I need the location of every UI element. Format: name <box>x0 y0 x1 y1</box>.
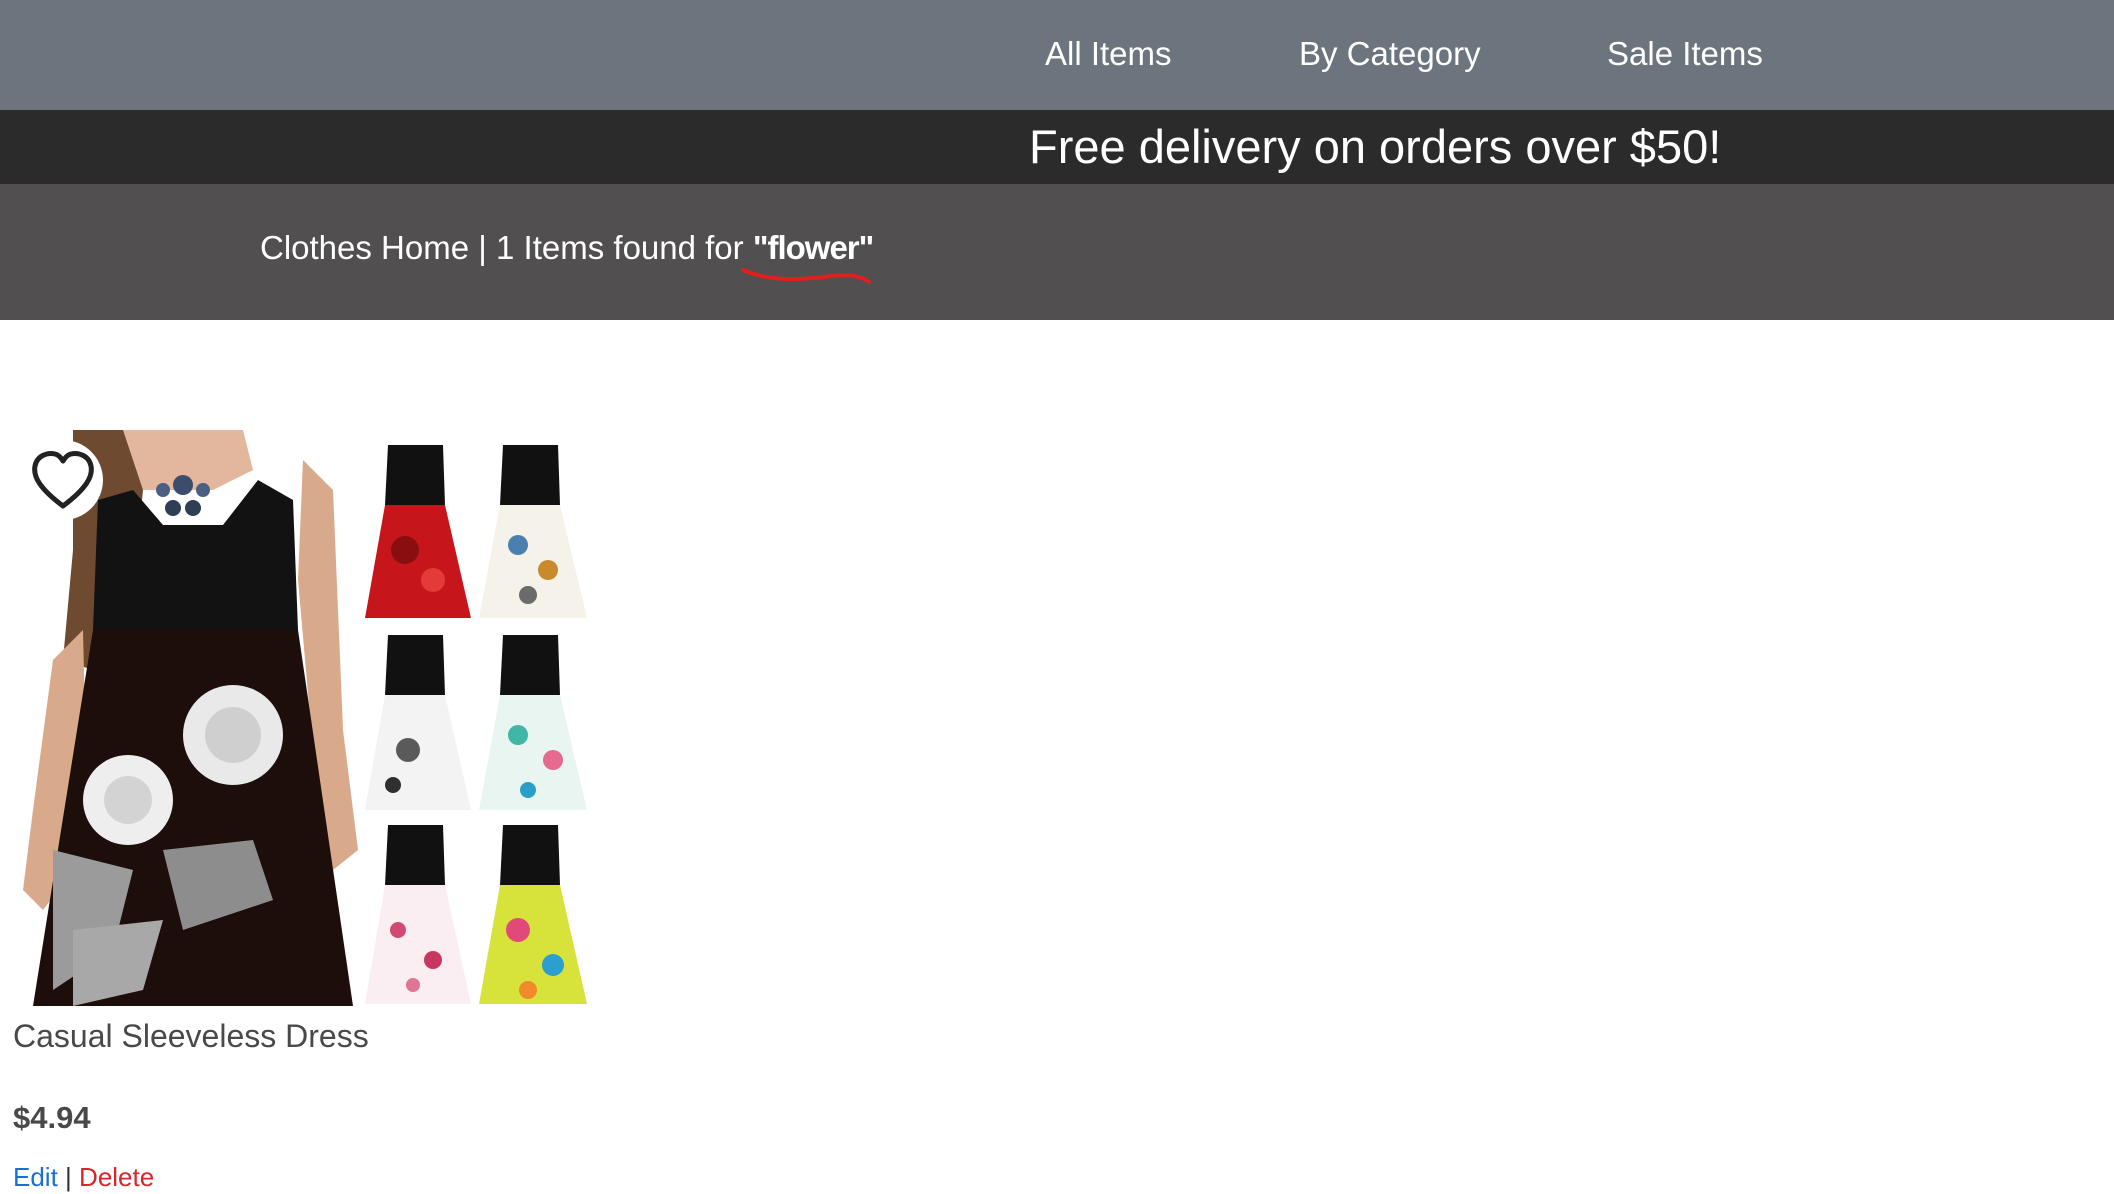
red-underline-annotation <box>740 268 871 284</box>
breadcrumb-separator: | <box>478 229 487 266</box>
results-count: 1 <box>496 229 515 266</box>
results-found-text: Items found for <box>523 229 744 266</box>
product-card: Casual Sleeveless Dress $4.94 Edit | Del… <box>13 430 591 1192</box>
breadcrumb-home-link[interactable]: Clothes Home <box>260 229 469 266</box>
product-name[interactable]: Casual Sleeveless Dress <box>13 1018 369 1055</box>
nav-sale-items[interactable]: Sale Items <box>1607 0 1763 110</box>
product-image[interactable] <box>13 430 589 1006</box>
edit-link[interactable]: Edit <box>13 1162 58 1192</box>
breadcrumb: Clothes Home | 1 Items found for "flower… <box>260 184 874 312</box>
promo-text: Free delivery on orders over $50! <box>1029 120 1722 173</box>
product-actions: Edit | Delete <box>13 1162 154 1193</box>
dress-collage-illustration <box>13 430 589 1006</box>
search-term: "flower" <box>740 184 874 312</box>
heart-outline-icon <box>32 451 94 509</box>
favorite-button[interactable] <box>23 440 103 520</box>
nav-by-category[interactable]: By Category <box>1299 0 1481 110</box>
product-price: $4.94 <box>13 1100 91 1135</box>
search-term-text: "flower" <box>752 229 874 266</box>
results-bar: Clothes Home | 1 Items found for "flower… <box>0 184 2114 320</box>
promo-banner: Free delivery on orders over $50! <box>0 110 2114 184</box>
nav-all-items[interactable]: All Items <box>1045 0 1172 110</box>
top-navigation: All Items By Category Sale Items <box>0 0 2114 110</box>
delete-link[interactable]: Delete <box>79 1162 154 1192</box>
actions-separator: | <box>65 1162 72 1192</box>
